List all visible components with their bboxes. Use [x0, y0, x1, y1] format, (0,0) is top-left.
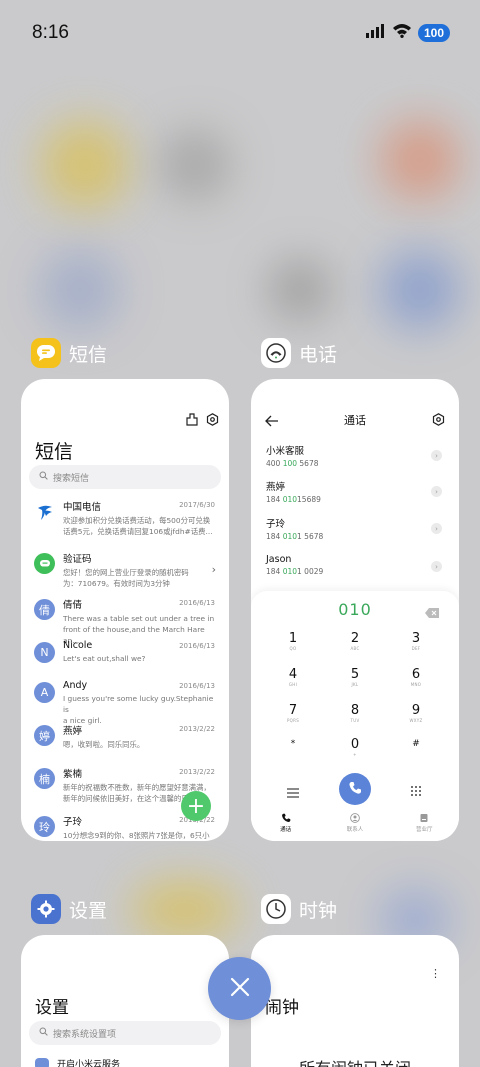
menu-icon[interactable]: [287, 783, 299, 802]
contact-row[interactable]: Jason 184 0101 0029 ›: [266, 554, 444, 590]
clock-app-icon: [261, 894, 291, 924]
search-icon: [39, 471, 48, 483]
backspace-icon[interactable]: [425, 603, 439, 622]
settings-search-input[interactable]: 搜索系统设置项: [29, 1021, 221, 1045]
message-thread-list: 中国电信 2017/6/30 欢迎参加积分兑换话费活动，每500分可兑换 话费5…: [21, 497, 229, 841]
chevron-right-icon[interactable]: ›: [431, 561, 442, 572]
status-bar: 8:16 100: [0, 0, 480, 66]
more-options-icon[interactable]: ⋮: [430, 967, 441, 980]
tab-calls[interactable]: 通话: [256, 813, 316, 833]
contact-row[interactable]: 子玲 184 0101 5678 ›: [266, 516, 444, 552]
message-thread[interactable]: N Nicole 2016/6/13 Let's eat out,shall w…: [21, 638, 229, 678]
china-telecom-logo-icon: [34, 501, 55, 522]
chevron-right-icon[interactable]: ›: [431, 450, 442, 461]
app-header-clock[interactable]: 时钟: [261, 894, 337, 924]
contact-row[interactable]: 燕婷 184 01015689 ›: [266, 479, 444, 515]
wifi-icon: [392, 23, 412, 42]
dial-key-6[interactable]: 6 MNO: [396, 667, 436, 687]
chevron-right-icon: ›: [211, 563, 216, 576]
call-button[interactable]: [339, 773, 371, 805]
app-header-messages[interactable]: 短信: [31, 338, 107, 368]
chevron-right-icon[interactable]: ›: [431, 486, 442, 497]
avatar: 婷: [34, 725, 55, 746]
avatar: N: [34, 642, 55, 663]
messages-search-input[interactable]: 搜索短信: [29, 465, 221, 489]
dial-key-5[interactable]: 5 JKL: [335, 667, 375, 687]
dial-key-0[interactable]: 0 +: [335, 737, 375, 757]
close-icon: [230, 977, 250, 1001]
dial-key-8[interactable]: 8 TUV: [335, 703, 375, 723]
settings-gear-icon[interactable]: [206, 411, 219, 430]
dial-key-hash[interactable]: #: [396, 737, 436, 752]
avatar: 倩: [34, 599, 55, 620]
clean-icon[interactable]: [186, 411, 198, 430]
avatar: 楠: [34, 768, 55, 789]
dial-key-2[interactable]: 2 ABC: [335, 631, 375, 651]
chat-bubble-icon: [34, 553, 55, 574]
app-name-phone: 电话: [299, 343, 338, 366]
messages-app-icon: [31, 338, 61, 368]
settings-gear-icon[interactable]: [432, 411, 445, 430]
clock-app-card[interactable]: ⋮ 闹钟 所有闹钟已关闭: [251, 935, 459, 1067]
dial-key-9[interactable]: 9 WXYZ: [396, 703, 436, 723]
message-thread[interactable]: A Andy 2016/6/13 I guess you're some luc…: [21, 678, 229, 726]
dial-key-star[interactable]: *: [273, 737, 313, 752]
app-header-settings[interactable]: 设置: [31, 894, 107, 924]
clock-screen-title: 闹钟: [265, 998, 299, 1018]
search-placeholder: 搜索系统设置项: [53, 1029, 117, 1040]
phone-handset-icon: [348, 780, 362, 799]
settings-app-icon: [31, 894, 61, 924]
messages-app-card[interactable]: 短信 搜索短信 中国电信 2017/6/30 欢迎参加积分兑换话费活动，每500…: [21, 379, 229, 841]
avatar: A: [34, 682, 55, 703]
plus-icon: +: [186, 793, 206, 819]
close-all-apps-button[interactable]: [208, 957, 271, 1020]
avatar: 玲: [34, 816, 55, 837]
contact-row[interactable]: 小米客服 400 100 5678 ›: [266, 443, 444, 479]
alarms-off-text: 所有闹钟已关闭: [251, 1055, 459, 1067]
phone-app-card[interactable]: 通话 小米客服 400 100 5678 › 燕婷 184 01015689 ›…: [251, 379, 459, 841]
settings-app-card[interactable]: 设置 搜索系统设置项 开启小米云服务: [21, 935, 229, 1067]
phone-bottom-tabs: 通话 联系人 营业厅: [251, 813, 459, 833]
tab-contacts[interactable]: 联系人: [325, 813, 385, 833]
settings-item-xiaomi-cloud[interactable]: 开启小米云服务: [35, 1057, 120, 1067]
phone-app-icon: [261, 338, 291, 368]
signal-icon: [365, 23, 386, 42]
phone-screen-title: 通话: [344, 414, 366, 427]
dial-key-4[interactable]: 4 GHI: [273, 667, 313, 687]
app-name-messages: 短信: [69, 343, 108, 366]
status-time: 8:16: [32, 22, 69, 43]
message-thread[interactable]: 倩 倩倩 2016/6/13 There was a table set out…: [21, 595, 229, 645]
cloud-icon: [35, 1057, 49, 1067]
app-name-clock: 时钟: [299, 899, 338, 922]
message-thread[interactable]: 中国电信 2017/6/30 欢迎参加积分兑换话费活动，每500分可兑换 话费5…: [21, 497, 229, 545]
battery-indicator: 100: [417, 23, 450, 42]
dialpad: 010 1 QO 2 ABC 3 DEF 4 GHI 5 JKL 6 MNO 7 PQRS 8…: [251, 591, 459, 841]
tab-service-hall[interactable]: 营业厅: [394, 813, 454, 833]
message-thread[interactable]: 婷 燕婷 2013/2/22 嗯，收到啦。同乐同乐。: [21, 721, 229, 761]
chevron-right-icon[interactable]: ›: [431, 523, 442, 534]
messages-screen-title: 短信: [35, 441, 74, 463]
dial-key-3[interactable]: 3 DEF: [396, 631, 436, 651]
new-message-button[interactable]: +: [181, 791, 211, 821]
settings-screen-title: 设置: [35, 998, 69, 1018]
keypad-grid-icon[interactable]: [410, 782, 422, 801]
message-thread[interactable]: 验证码 › 您好！您的网上营业厅登录的随机密码 为：710679。有效时间为3分…: [21, 549, 229, 597]
dial-key-7[interactable]: 7 PQRS: [273, 703, 313, 723]
app-name-settings: 设置: [69, 899, 108, 922]
app-header-phone[interactable]: 电话: [261, 338, 337, 368]
dial-key-1[interactable]: 1 QO: [273, 631, 313, 651]
search-placeholder: 搜索短信: [53, 473, 90, 484]
search-icon: [39, 1027, 48, 1039]
